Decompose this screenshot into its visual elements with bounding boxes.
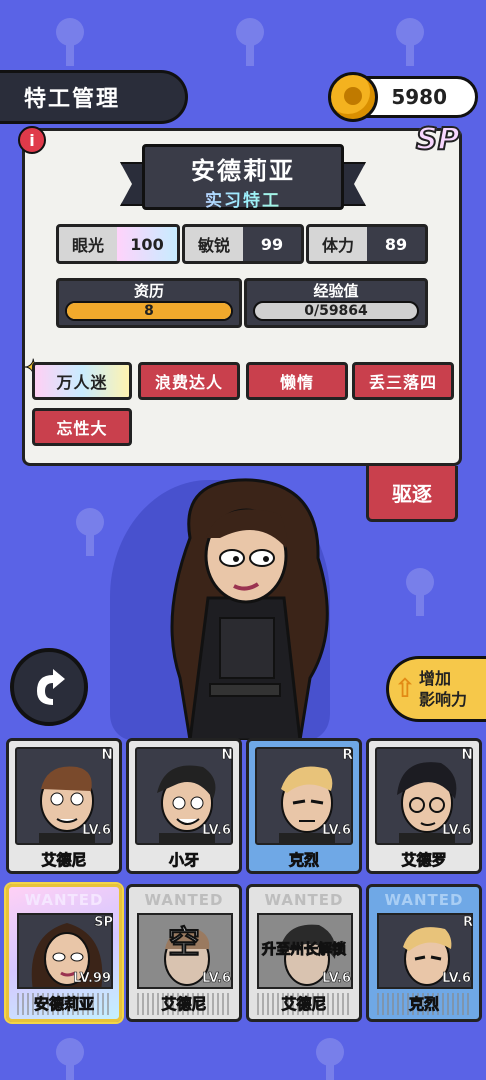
stat-stamina: 体力 89 <box>306 224 428 264</box>
stat-label: 敏锐 <box>185 227 243 261</box>
experience-track: 0/59864 <box>253 301 419 321</box>
empty-slot-label: 空 <box>167 923 200 962</box>
agent-name-banner: 安德莉亚 实习特工 <box>142 144 344 211</box>
influence-label: 影响力 <box>419 690 468 709</box>
trait-tag[interactable]: 忘性大 <box>32 408 132 446</box>
stat-sharpness: 敏锐 99 <box>182 224 304 264</box>
resume-track: 8 <box>65 301 233 321</box>
level-label: LV.6 <box>322 823 351 839</box>
page-title: 特工管理 <box>0 70 188 124</box>
wanted-tag: WANTED <box>264 891 344 909</box>
agent-slot[interactable]: R LV.6 克烈 <box>246 738 362 874</box>
expel-button[interactable]: 驱逐 <box>366 466 458 522</box>
stat-value: 89 <box>384 234 408 254</box>
coin-icon <box>328 72 378 122</box>
stat-label: 眼光 <box>59 227 117 261</box>
rarity-badge: N <box>221 747 233 764</box>
level-label: LV.6 <box>442 823 471 839</box>
agent-slot[interactable]: N LV.6 小牙 <box>126 738 242 874</box>
stat-value: 99 <box>260 234 284 254</box>
up-arrow-icon: ⇧ <box>394 674 416 704</box>
rarity-badge: SP <box>94 915 113 931</box>
wanted-slot[interactable]: WANTED 空 LV.6 艾德尼 <box>126 884 242 1022</box>
rarity-badge: R <box>462 915 474 931</box>
rarity-badge: N <box>101 747 113 764</box>
agent-name: 艾德尼 <box>41 851 87 870</box>
rarity-badge: R <box>342 747 353 764</box>
wanted-tag: WANTED <box>384 891 464 909</box>
trait-tag[interactable]: 万人迷 <box>32 362 132 400</box>
agent-name: 安德莉亚 <box>191 157 295 185</box>
wanted-tag: WANTED <box>24 891 104 909</box>
rotate-icon <box>37 669 65 705</box>
level-label: LV.6 <box>202 971 231 987</box>
agent-name: 小牙 <box>168 851 200 870</box>
influence-label: 增加 <box>419 669 452 688</box>
refresh-button[interactable] <box>10 648 88 726</box>
resume-bar: 资历 8 <box>56 278 242 328</box>
level-label: LV.6 <box>82 823 111 839</box>
experience-bar: 经验值 0/59864 <box>244 278 428 328</box>
level-label: LV.6 <box>322 971 351 987</box>
resume-label: 资历 <box>133 282 164 300</box>
resume-value: 8 <box>144 303 154 319</box>
level-label: LV.6 <box>202 823 231 839</box>
wanted-slot-locked[interactable]: WANTED 升至州长解锁 LV.6 艾德尼 <box>246 884 362 1022</box>
agent-slot[interactable]: N LV.6 艾德罗 <box>366 738 482 874</box>
trait-tag[interactable]: 浪费达人 <box>138 362 240 400</box>
trait-tag[interactable]: 丢三落四 <box>352 362 454 400</box>
experience-label: 经验值 <box>313 282 359 300</box>
experience-value: 0/59864 <box>304 303 368 319</box>
stat-value: 100 <box>117 227 177 261</box>
level-label: LV.99 <box>73 971 112 987</box>
stat-vision: 眼光 100 <box>56 224 180 264</box>
info-icon[interactable]: i <box>18 126 46 154</box>
agent-character-illustration <box>170 478 329 740</box>
coin-amount: 5980 <box>391 85 447 109</box>
agent-slot[interactable]: N LV.6 艾德尼 <box>6 738 122 874</box>
level-label: LV.6 <box>442 971 471 987</box>
wanted-name: 艾德尼 <box>161 995 207 1014</box>
agent-name: 克烈 <box>288 851 320 870</box>
trait-tag[interactable]: 懒惰 <box>246 362 348 400</box>
agent-rank: 实习特工 <box>145 186 341 211</box>
wanted-name: 艾德尼 <box>281 995 327 1014</box>
wanted-tag: WANTED <box>144 891 224 909</box>
rarity-badge: N <box>461 747 473 764</box>
unlock-requirement-label: 升至州长解锁 <box>262 942 347 959</box>
wanted-name: 安德莉亚 <box>33 995 95 1014</box>
wanted-slot-selected[interactable]: WANTED SP LV.99 安德莉亚 <box>6 884 122 1022</box>
wanted-name: 克烈 <box>408 995 440 1014</box>
stat-label: 体力 <box>309 227 367 261</box>
rarity-badge: SP <box>415 121 466 158</box>
wanted-slot[interactable]: WANTED R LV.6 克烈 <box>366 884 482 1022</box>
agent-name: 艾德罗 <box>401 851 447 870</box>
